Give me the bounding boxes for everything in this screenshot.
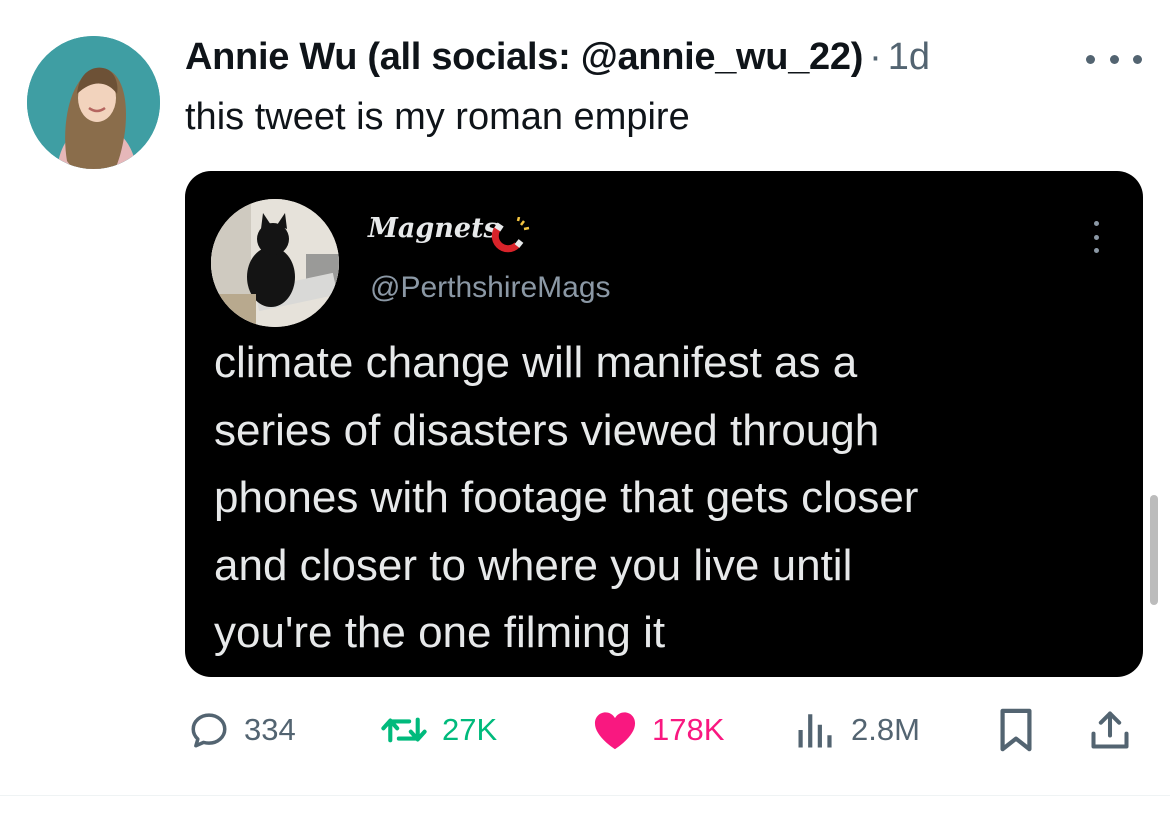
bookmark-button[interactable] [996,700,1036,760]
share-button[interactable] [1088,700,1132,760]
like-button[interactable]: 178K [592,700,724,760]
timestamp[interactable]: 1d [888,36,930,78]
magnet-icon [491,217,530,253]
more-vertical-icon [1091,221,1101,253]
profile-photo [27,36,160,169]
repost-button[interactable]: 27K [380,700,497,760]
views-icon [798,714,832,748]
quoted-text: climate change will manifest as a series… [214,338,919,657]
cat-photo [211,199,339,327]
reply-count: 334 [244,712,296,747]
quoted-handle: @PerthshireMags [370,271,611,304]
divider [0,795,1170,796]
header-separator: · [869,36,882,78]
repost-count: 27K [442,712,498,747]
action-bar: 334 27K 178K 2.8M [0,700,1170,760]
author-avatar[interactable] [27,36,160,169]
more-horizontal-icon[interactable] [1086,47,1142,71]
share-icon [1091,711,1129,749]
scrollbar[interactable] [1150,495,1158,605]
tweet-header: Annie Wu (all socials: @annie_wu_22) · 1d [185,30,930,84]
views-button[interactable]: 2.8M [795,700,920,760]
reply-icon [191,713,227,748]
tweet: Annie Wu (all socials: @annie_wu_22) · 1d … [0,0,1170,815]
repost-icon [381,717,427,743]
quoted-avatar [211,199,339,327]
author-name[interactable]: Annie Wu (all socials: @annie_wu_22) [185,36,863,78]
views-count: 2.8M [851,712,920,747]
tweet-text: this tweet is my roman empire [185,96,690,138]
bookmark-icon [1000,708,1032,752]
quoted-tweet-image[interactable]: Magnets @PerthshireMags climate change w… [185,171,1143,677]
like-count: 178K [652,712,725,747]
heart-icon [594,712,636,750]
quoted-author-name: Magnets [368,213,499,244]
reply-button[interactable]: 334 [188,700,296,760]
